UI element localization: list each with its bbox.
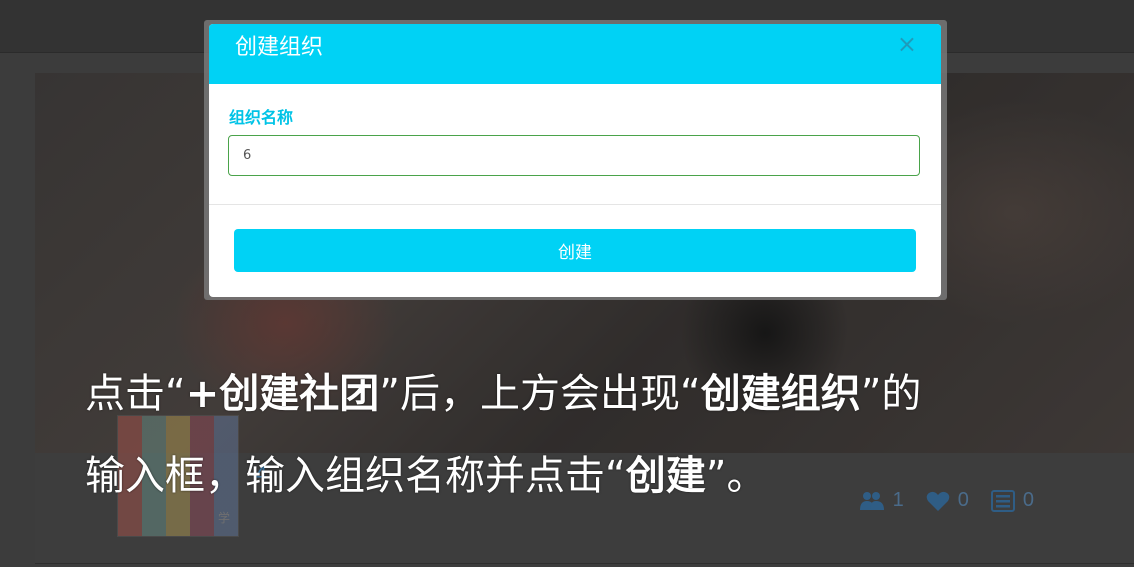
stat-likes-value: 0 <box>957 489 969 511</box>
screen: 学 4 1 0 0 创建组织 × 组织名称 6 创建 点击“+创建社团”后，上方… <box>0 0 1134 567</box>
caption-line2-segment: 创建 <box>625 453 706 499</box>
stat-members-value: 1 <box>892 489 904 511</box>
heart-icon <box>926 490 950 512</box>
users-icon <box>859 490 885 512</box>
caption-line-1: 点击“+创建社团”后，上方会出现“创建组织”的 <box>85 370 921 418</box>
stat-members[interactable]: 1 <box>859 489 904 512</box>
stat-posts-value: 0 <box>1022 489 1034 511</box>
caption-line1-segment: 点击“ <box>85 371 186 417</box>
caption-line1-segment: ”的 <box>860 371 922 417</box>
stat-likes[interactable]: 0 <box>926 489 969 512</box>
caption-line2-segment: ”。 <box>705 453 767 499</box>
stat-posts[interactable]: 0 <box>990 489 1034 512</box>
caption-line1-segment: ”后，上方会出现“ <box>379 371 701 417</box>
organization-name-label: 组织名称 <box>229 108 294 127</box>
caption-line2-segment: 输入框，输入组织名称并点击“ <box>85 453 626 499</box>
modal-header: 创建组织 × <box>209 24 941 84</box>
list-icon <box>990 489 1015 512</box>
close-icon[interactable]: × <box>897 30 917 58</box>
thumbnail-label: 学 <box>217 511 230 525</box>
create-button[interactable]: 创建 <box>234 229 916 272</box>
create-organization-modal: 创建组织 × 组织名称 创建 <box>209 24 941 297</box>
caption-line-2: 输入框，输入组织名称并点击“创建”。 <box>85 452 766 500</box>
organization-name-input[interactable] <box>228 135 920 176</box>
group-stats: 1 0 0 <box>859 489 1034 512</box>
modal-title: 创建组织 <box>235 35 324 60</box>
caption-line1-segment: +创建社团 <box>185 371 380 417</box>
modal-body: 组织名称 <box>209 84 941 205</box>
caption-line1-segment: 创建组织 <box>700 371 861 417</box>
